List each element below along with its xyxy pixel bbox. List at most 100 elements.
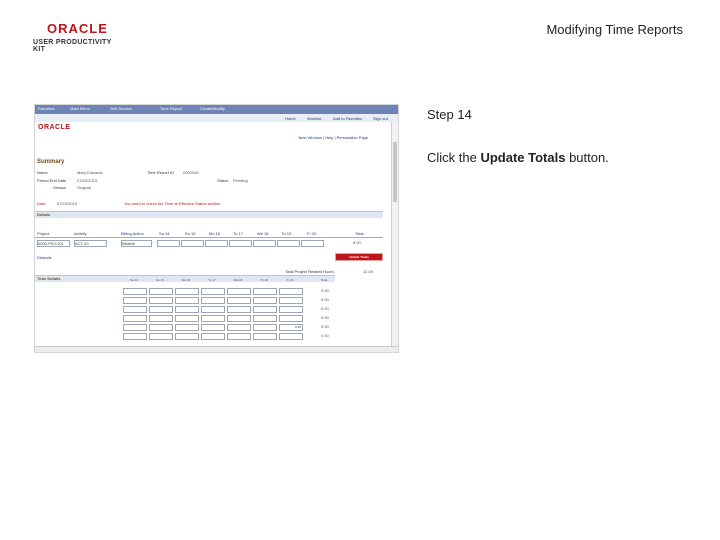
th-day-4: Tu 17 <box>233 231 244 236</box>
grid-input[interactable] <box>253 288 277 295</box>
nav-worklist-link[interactable]: Worklist <box>307 116 321 121</box>
hours-day-4[interactable] <box>229 240 252 247</box>
grid-input[interactable] <box>227 324 251 331</box>
grid-row-total: 0.00 <box>321 315 329 320</box>
update-totals-button[interactable]: Update Totals <box>335 253 383 261</box>
grid-input[interactable] <box>279 333 303 340</box>
grid-input[interactable] <box>253 306 277 313</box>
grid-input[interactable] <box>175 306 199 313</box>
grid-input[interactable] <box>123 288 147 295</box>
grid-input[interactable] <box>201 288 225 295</box>
time-details-row: 0.00 <box>123 288 333 295</box>
warning-message: You need to check the Time at Effective … <box>124 201 221 206</box>
name-label: Name <box>37 170 48 175</box>
grid-input[interactable] <box>253 315 277 322</box>
project-input[interactable]: 0000-PRJ-001 <box>37 240 70 247</box>
crumb-self-service[interactable]: Self-Service <box>110 106 132 111</box>
page-utility-links[interactable]: New Window | Help | Personalize Page <box>299 135 368 140</box>
time-details-header: Sa 14 Su 15 Mo 16 Tu 17 We 18 Th 19 Fr 2… <box>123 278 333 284</box>
grid-input[interactable] <box>175 333 199 340</box>
grid-input[interactable] <box>123 315 147 322</box>
grid-input[interactable] <box>175 324 199 331</box>
grid-head-6: Th 19 <box>260 278 268 282</box>
grid-input[interactable] <box>201 297 225 304</box>
grid-input[interactable] <box>123 297 147 304</box>
total-hours-label: Total Project Related Hours <box>285 269 334 274</box>
activity-input[interactable]: ACT-20 <box>74 240 107 247</box>
grid-row-total: 0.00 <box>321 324 329 329</box>
grid-input[interactable] <box>201 315 225 322</box>
period-end-value: 07/20/2013 <box>77 178 98 183</box>
billing-action-select[interactable]: Billable <box>121 240 152 247</box>
grid-head-5: We 18 <box>233 278 243 282</box>
grid-input[interactable] <box>279 315 303 322</box>
grid-row-total: 0.00 <box>321 297 329 302</box>
th-day-7: Fr 20 <box>307 231 317 236</box>
crumb-main-menu[interactable]: Main Menu <box>70 106 90 111</box>
grid-input[interactable] <box>201 333 225 340</box>
status-value: Pending <box>233 178 248 183</box>
nav-signout-link[interactable]: Sign out <box>373 116 388 121</box>
grid-input[interactable] <box>253 297 277 304</box>
time-details-row: 0.00 <box>123 306 333 313</box>
grid-input[interactable] <box>253 333 277 340</box>
grid-input[interactable] <box>149 315 173 322</box>
hours-day-2[interactable] <box>181 240 204 247</box>
grid-input[interactable] <box>227 288 251 295</box>
grid-input[interactable] <box>149 324 173 331</box>
grid-input-with-value[interactable]: 8.00 <box>279 324 303 331</box>
crumb-create-modify[interactable]: Create/Modify <box>200 106 225 111</box>
embedded-screenshot: Favorites Main Menu Self-Service Time Re… <box>34 104 399 353</box>
instruction-suffix: button. <box>565 150 609 165</box>
grid-input[interactable] <box>279 306 303 313</box>
vertical-scroll-thumb[interactable] <box>393 142 397 202</box>
grid-input[interactable] <box>201 324 225 331</box>
grid-input[interactable] <box>123 333 147 340</box>
time-details-row: 8.00 0.00 <box>123 324 333 331</box>
grid-input[interactable] <box>149 306 173 313</box>
crumb-time-report[interactable]: Time Report <box>160 106 182 111</box>
grid-head-3: Mo 16 <box>181 278 191 282</box>
grid-input[interactable] <box>175 288 199 295</box>
hours-day-7[interactable] <box>301 240 324 247</box>
hours-day-6[interactable] <box>277 240 300 247</box>
instruction-bold-target: Update Totals <box>480 150 566 165</box>
vertical-scrollbar[interactable] <box>391 122 398 347</box>
grid-input[interactable] <box>149 297 173 304</box>
grid-input[interactable] <box>227 297 251 304</box>
grid-input[interactable] <box>149 288 173 295</box>
grid-input[interactable] <box>149 333 173 340</box>
instruction-prefix: Click the <box>427 150 481 165</box>
grid-input[interactable] <box>201 306 225 313</box>
grid-input[interactable] <box>123 306 147 313</box>
hours-day-1[interactable] <box>157 240 180 247</box>
defaults-link[interactable]: Defaults <box>37 255 52 260</box>
th-day-5: We 18 <box>257 231 269 236</box>
hours-day-3[interactable] <box>205 240 228 247</box>
header-links-bar: Home Worklist Add to Favorites Sign out <box>35 114 398 122</box>
top-nav-bar: Favorites Main Menu Self-Service Time Re… <box>35 105 398 114</box>
name-value: Mary Edwards <box>77 170 103 175</box>
summary-title: Summary <box>37 159 65 165</box>
grid-input[interactable] <box>279 297 303 304</box>
nav-home-link[interactable]: Home <box>285 116 296 121</box>
upk-logo-subtitle: USER PRODUCTIVITY KIT <box>33 39 112 53</box>
grid-row-total: 0.00 <box>321 306 329 311</box>
grid-input[interactable] <box>175 315 199 322</box>
details-section-title: Details <box>37 212 51 217</box>
grid-input[interactable] <box>227 315 251 322</box>
grid-input[interactable] <box>175 297 199 304</box>
grid-input[interactable] <box>227 306 251 313</box>
grid-input[interactable] <box>123 324 147 331</box>
grid-input[interactable] <box>279 288 303 295</box>
grid-input[interactable] <box>227 333 251 340</box>
nav-favorites-link[interactable]: Add to Favorites <box>333 116 362 121</box>
th-total: Total <box>355 231 364 236</box>
grid-head-4: Tu 17 <box>208 278 216 282</box>
crumb-favorites[interactable]: Favorites <box>38 106 54 111</box>
horizontal-scrollbar[interactable] <box>35 346 398 352</box>
hours-day-5[interactable] <box>253 240 276 247</box>
th-day-3: Mo 16 <box>209 231 221 236</box>
grid-input[interactable] <box>253 324 277 331</box>
time-report-id-label: Time Report ID <box>147 170 174 175</box>
